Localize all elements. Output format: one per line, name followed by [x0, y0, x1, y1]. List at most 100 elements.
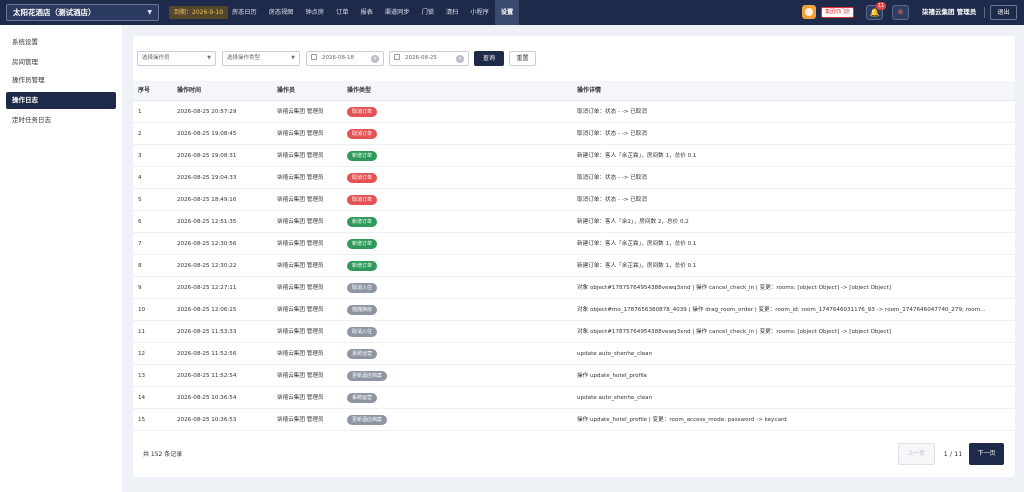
clear-icon[interactable]: ×: [371, 55, 379, 63]
operation-type-tag: 系统运营: [347, 392, 378, 403]
sidebar-item[interactable]: 操作日志: [6, 92, 116, 109]
row-seq: 6: [138, 219, 142, 225]
operation-type-tag: 取消订单: [347, 194, 378, 205]
nav-item[interactable]: 设置: [494, 0, 520, 25]
row-time: 2026-08-25 10:36:54: [177, 395, 237, 401]
row-type: 拖拽换房: [347, 299, 378, 321]
row-operator: 柒禧云集团 管理员: [277, 351, 324, 357]
header-type: 操作类型: [347, 87, 372, 94]
top-bar: 太阳花酒店（测试酒店） ▼ 到期：2026-9-10 房态日历 房态视图 钟点房 订单…: [0, 0, 1024, 25]
nav-item[interactable]: 房态视图: [263, 0, 300, 25]
row-operator: 柒禧云集团 管理员: [277, 395, 324, 401]
operation-type-tag: 新增订单: [347, 150, 378, 161]
table-row: 6 2026-08-25 12:51:35 柒禧云集团 管理员 新增订单 新建订单：客人…: [133, 211, 1015, 233]
row-operator: 柒禧云集团 管理员: [277, 219, 324, 225]
main-nav: 房态日历 房态视图 钟点房 订单 报表 渠道同步 门锁 清扫 小程序 设置: [226, 0, 520, 25]
row-time: 2026-08-25 19:08:45: [177, 131, 237, 137]
table-row: 1 2026-08-25 20:57:29 柒禧云集团 管理员 取消订单 取消订单：状态…: [133, 101, 1015, 123]
table-row: 4 2026-08-25 19:04:33 柒禧云集团 管理员 取消订单 取消订单：状态…: [133, 167, 1015, 189]
nav-item[interactable]: 门锁: [416, 0, 440, 25]
flag-icon[interactable]: ⊛: [892, 5, 909, 20]
sidebar-item[interactable]: 房间管理: [6, 54, 116, 71]
row-type: 取消订单: [347, 123, 378, 145]
header-time: 操作时间: [177, 87, 202, 94]
next-page-button[interactable]: 下一页: [969, 443, 1004, 465]
clear-icon[interactable]: ×: [456, 55, 464, 63]
table-header: 序号 操作时间 操作员 操作类型 操作详情: [133, 81, 1015, 101]
table-row: 13 2026-08-25 11:52:54 柒禧云集团 管理员 更新酒店档案 操作 u…: [133, 365, 1015, 387]
row-type: 新增订单: [347, 255, 378, 277]
sidebar-item[interactable]: 操作员管理: [6, 72, 116, 89]
row-type: 取消订单: [347, 167, 378, 189]
nav-item[interactable]: 小程序: [464, 0, 495, 25]
hotel-select[interactable]: 太阳花酒店（测试酒店） ▼: [6, 4, 159, 21]
type-select[interactable]: 选择操作类型 ▼: [222, 51, 300, 66]
row-time: 2026-08-25 18:49:16: [177, 197, 237, 203]
table-row: 8 2026-08-25 12:30:22 柒禧云集团 管理员 新增订单 新建订单：客人…: [133, 255, 1015, 277]
row-seq: 10: [138, 307, 146, 313]
logout-button[interactable]: 退出: [990, 5, 1017, 20]
nav-item[interactable]: 房态日历: [226, 0, 263, 25]
header-operator: 操作员: [277, 87, 296, 94]
row-operator: 柒禧云集团 管理员: [277, 307, 324, 313]
operation-type-tag: 取消订单: [347, 128, 378, 139]
switch-store-button[interactable]: 集团切门店: [821, 7, 855, 18]
end-date-input[interactable]: 2026-08-25 ×: [389, 51, 469, 66]
row-detail: 对象 object#mo_17876563808​78_4039 | 操作 dr…: [577, 307, 986, 313]
operation-type-tag: 拖拽换房: [347, 304, 378, 315]
row-type: 系统运营: [347, 343, 378, 365]
operation-type-tag: 取消入住: [347, 282, 378, 293]
table-row: 3 2026-08-25 19:08:31 柒禧云集团 管理员 新增订单 新建订单：客人…: [133, 145, 1015, 167]
reset-button[interactable]: 重置: [509, 51, 536, 66]
row-detail: 取消订单：状态 - -> 已取消: [577, 109, 647, 115]
operation-type-tag: 新增订单: [347, 238, 378, 249]
nav-item[interactable]: 订单: [330, 0, 354, 25]
operation-type-tag: 取消入住: [347, 326, 378, 337]
nav-item[interactable]: 报表: [354, 0, 378, 25]
row-type: 取消入住: [347, 277, 378, 299]
row-type: 取消入住: [347, 321, 378, 343]
row-time: 2026-08-25 12:30:56: [177, 241, 237, 247]
operation-type-tag: 更新酒店档案: [347, 414, 388, 425]
query-button[interactable]: 查询: [474, 51, 504, 66]
row-detail: update auto_shenhe_clean: [577, 351, 653, 357]
tiger-avatar-icon[interactable]: [802, 5, 816, 19]
hotel-name: 太阳花酒店（测试酒店）: [13, 8, 96, 17]
prev-page-button[interactable]: 上一页: [898, 443, 935, 465]
row-operator: 柒禧云集团 管理员: [277, 329, 324, 335]
row-type: 新增订单: [347, 233, 378, 255]
nav-item[interactable]: 钟点房: [300, 0, 331, 25]
row-time: 2026-08-25 11:52:56: [177, 351, 237, 357]
user-name: 柒禧云集团 管理员: [922, 8, 977, 16]
row-type: 取消订单: [347, 189, 378, 211]
operator-select[interactable]: 选择操作员 ▼: [137, 51, 216, 66]
sidebar: 系统设置房间管理 操作员管理操作日志定时任务日志: [0, 25, 122, 492]
row-type: 取消订单: [347, 101, 378, 123]
row-operator: 柒禧云集团 管理员: [277, 175, 324, 181]
start-date-value: 2026-08-18: [322, 55, 354, 61]
type-select-placeholder: 选择操作类型: [227, 55, 261, 61]
row-detail: 取消订单：状态 - -> 已取消: [577, 131, 647, 137]
row-operator: 柒禧云集团 管理员: [277, 109, 324, 115]
caret-down-icon: ▼: [291, 55, 295, 61]
row-detail: 对象 object#17875764954388vewq3xnd | 操作 ca…: [577, 329, 891, 335]
nav-item[interactable]: 清扫: [440, 0, 464, 25]
row-detail: 对象 object#17875764954388vewq3xnd | 操作 ca…: [577, 285, 891, 291]
table-row: 5 2026-08-25 18:49:16 柒禧云集团 管理员 取消订单 取消订单：状态…: [133, 189, 1015, 211]
row-seq: 5: [138, 197, 142, 203]
row-time: 2026-08-25 11:53:33: [177, 329, 237, 335]
row-detail: 新建订单：客人「余2」，房间数 2，总价 0.2: [577, 219, 689, 225]
row-detail: 新建订单：客人「余芷霖」，房间数 1，总价 0.1: [577, 263, 697, 269]
row-seq: 13: [138, 373, 146, 379]
row-time: 2026-08-25 12:30:22: [177, 263, 237, 269]
sidebar-item[interactable]: 系统设置: [6, 34, 116, 51]
start-date-input[interactable]: 2026-08-18 ×: [306, 51, 384, 66]
row-time: 2026-08-25 12:27:11: [177, 285, 237, 291]
sidebar-item[interactable]: 定时任务日志: [6, 112, 116, 129]
row-type: 新增订单: [347, 211, 378, 233]
header-detail: 操作详情: [577, 87, 602, 94]
row-detail: 新建订单：客人「余芷霖」，房间数 1，总价 0.1: [577, 241, 697, 247]
operation-type-tag: 更新酒店档案: [347, 370, 388, 381]
row-type: 更新酒店档案: [347, 409, 388, 431]
nav-item[interactable]: 渠道同步: [379, 0, 416, 25]
